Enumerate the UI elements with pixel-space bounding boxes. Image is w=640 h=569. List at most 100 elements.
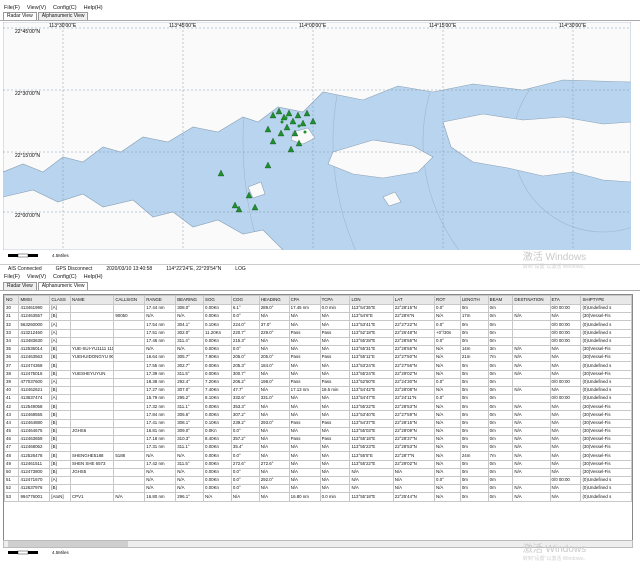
tab-alphanumeric-view[interactable]: Alphanumeric View [37, 12, 89, 20]
menu-view[interactable]: View(V) [27, 5, 46, 11]
table-cell-length: 0m [459, 394, 489, 404]
column-header-callsign[interactable]: CALLSIGN [113, 295, 146, 305]
column-header-sog[interactable]: SOG [203, 295, 232, 305]
table-row[interactable]: 35412536014[B]YUE-SUI-YU1111 11132N/AN/A… [4, 344, 632, 355]
table-cell-lat: 22°24'11"N [392, 394, 436, 404]
table-cell-length: 0m [459, 369, 489, 379]
table-row[interactable]: 30 413461990 [A] 17.44 nm 308.0° 0.00Kn 6.1° 28… [4, 303, 632, 314]
table-cell-cpa: N/A [288, 410, 321, 420]
table-row[interactable]: 46 412463659 [B] 17.18 nm 310.3° 8.40Kn 357.2°… [4, 434, 632, 445]
table-cell-callsign [113, 484, 146, 494]
table-cell-lat: 22°27'59"N [392, 410, 436, 420]
table-cell-heading: 37.0° [258, 320, 290, 330]
column-header-destination[interactable]: DESTINATION [512, 295, 551, 305]
table-cell-callsign [113, 369, 146, 379]
table-row[interactable]: 48 412526478 [B] SHENGHE5188 5188 N/A N/A 0.00K… [4, 451, 632, 461]
table-row[interactable]: 51 412471670 [A] N/A N/A 0.00Kn 0.0° 292.0° N/A N… [4, 475, 632, 486]
column-header-range[interactable]: RANGE [144, 295, 177, 305]
table-cell-cpa: N/A [288, 443, 321, 453]
table-cell-tcpa: N/A [319, 484, 351, 494]
table-row[interactable]: 52 412637976 [B] N/A N/A 0.00Kn 0.0° N/A N/A N/A N… [4, 484, 632, 494]
radar-map[interactable]: 22°45'00"N 22°30'00"N 22°15'00"N 22°00'0… [3, 22, 631, 250]
table-cell-beam: 3m [487, 344, 514, 355]
table-row[interactable]: 50 412473800 [B] JGHS5 N/A N/A 0.00Kn 0.0° N/A N/… [4, 467, 632, 477]
menu-help[interactable]: Help(H) [84, 5, 103, 11]
table-cell-sog: 8.10Kn [203, 394, 232, 404]
table-cell-class: [B] [49, 385, 71, 396]
tab-radar-view[interactable]: Radar View [3, 12, 37, 20]
menu-view[interactable]: View(V) [27, 274, 46, 280]
table-row[interactable]: 32 563260000 [A] 17.54 nm 304.1° 0.10Kn 224.0°… [4, 320, 632, 330]
table-row[interactable]: 31 412463557 [B] 90050 N/A N/A 0.00Kn 0.0° N/A N/… [4, 312, 632, 322]
table-row[interactable]: 33 413212460 [A] 17.51 nm 302.0° 11.20Kn 220.7… [4, 328, 632, 338]
table-cell-no: 33 [4, 328, 20, 338]
menu-file[interactable]: File(F) [4, 5, 20, 11]
column-header-shiptype[interactable]: SHIPTYPE [580, 295, 632, 305]
table-cell-beam: 0m [487, 443, 514, 453]
table-cell-cpa: Pass [288, 328, 321, 338]
table-row[interactable]: 43 412468555 [B] 17.84 nm 305.6° 0.00Kn 307.2°… [4, 410, 632, 420]
table-cell-mmsi: 413461990 [18, 303, 51, 314]
table-cell-range: 17.31 nm [144, 443, 177, 453]
scrollbar-thumb[interactable] [8, 541, 128, 547]
column-header-heading[interactable]: HEADING [258, 295, 290, 305]
table-cell-destination [512, 320, 551, 330]
table-cell-beam: 0m [487, 467, 514, 477]
table-cell-no: 43 [4, 410, 20, 420]
menu-help[interactable]: Help(H) [84, 274, 103, 280]
table-row[interactable]: 38 412475016 [B] YUESHEYUYUN 17.39 nm 311.5° 0… [4, 369, 632, 379]
table-cell-no: 46 [4, 434, 20, 445]
table-cell-cpa: N/A [288, 484, 321, 494]
lon-label: 113°30'00"E [49, 23, 77, 29]
table-row[interactable]: 47 412468062 [B] 17.31 nm 311.1° 0.00Kn 35.4° N… [4, 443, 632, 453]
column-header-cog[interactable]: COG [230, 295, 260, 305]
column-header-name[interactable]: NAME [69, 295, 115, 305]
table-cell-lon: 113°55'22"E [349, 459, 394, 469]
column-header-no[interactable]: NO [4, 295, 20, 305]
menu-config[interactable]: Config(C) [53, 274, 77, 280]
table-cell-heading: 205.0° [258, 353, 290, 363]
table-row[interactable]: 49 412461511 [B] SHEN SHE 6573 17.42 nm 311.5… [4, 459, 632, 469]
menu-config[interactable]: Config(C) [53, 5, 77, 11]
table-row[interactable]: 37 412474368 [B] 17.55 nm 302.7° 0.00Kn 205.3°… [4, 361, 632, 371]
table-cell-destination: N/A [512, 344, 551, 355]
vessel-table-container[interactable]: NO MMSI CLASS NAME CALLSIGN RANGE BEARING SOG CO… [3, 294, 633, 544]
table-cell-rot: 0.0° [434, 320, 461, 330]
table-cell-name [69, 312, 115, 322]
column-header-mmsi[interactable]: MMSI [18, 295, 51, 305]
table-row[interactable]: 42 412549058 [B] 17.32 nm 311.1° 0.00Kn 353.3°… [4, 402, 632, 412]
table-row[interactable]: 36412463563[B]YUEHUIDONGYU 90088 16.64 nm… [4, 353, 632, 363]
table-row[interactable]: 53 994776001 [AtoN] CPV1 N/A 16.80 nm 296.1° N/… [4, 492, 632, 502]
column-header-class[interactable]: CLASS [49, 295, 71, 305]
column-header-bearing[interactable]: BEARING [175, 295, 205, 305]
column-header-lon[interactable]: LON [349, 295, 394, 305]
table-cell-cpa: N/A [288, 394, 321, 404]
menu-file[interactable]: File(F) [4, 274, 20, 280]
table-cell-class: [B] [49, 410, 71, 420]
table-row[interactable]: 40 412462621 [B] 17.27 nm 307.0° 7.40Kn 47.7° N… [4, 385, 632, 396]
table-cell-cpa: N/A [288, 320, 321, 330]
table-cell-lat: N/A [392, 467, 436, 477]
table-row[interactable]: 41 413637474 [A] 15.79 nm 295.2° 8.10Kn 332.6°… [4, 394, 632, 404]
column-header-lat[interactable]: LAT [392, 295, 436, 305]
table-row[interactable]: 39 477037600 [A] 18.38 nm 292.4° 7.20Kn 206.2°… [4, 377, 632, 387]
tab-alphanumeric-view[interactable]: Alphanumeric View [37, 282, 89, 290]
column-header-eta[interactable]: ETA [549, 295, 582, 305]
table-cell-heading: 272.6° [258, 459, 290, 469]
table-cell-cpa: N/A [288, 467, 321, 477]
tab-radar-view[interactable]: Radar View [3, 282, 37, 290]
table-cell-length: 0m [459, 459, 489, 469]
column-header-length[interactable]: LENGTH [459, 295, 489, 305]
table-row[interactable]: 34 413483630 [A] 17.46 nm 311.4° 0.00Kn 215.3°… [4, 336, 632, 346]
table-cell-tcpa: Pass [319, 418, 351, 428]
table-cell-shiptype: (30)Vessel-Fis [580, 418, 632, 428]
table-row[interactable]: 45 412464675 [B] JGHS6 16.81 nm 309.0° 0.0Kn 0.… [4, 426, 632, 437]
column-header-rot[interactable]: ROT [434, 295, 461, 305]
table-cell-sog: 0.10Kn [203, 320, 232, 330]
table-row[interactable]: 44 412464880 [B] 17.41 nm 308.1° 0.10Kn 239.2°… [4, 418, 632, 428]
column-header-tcpa[interactable]: TCPA [319, 295, 351, 305]
column-header-beam[interactable]: BEAM [487, 295, 514, 305]
log-button[interactable]: LOG [235, 266, 246, 272]
column-header-cpa[interactable]: CPA [288, 295, 321, 305]
table-cell-callsign [113, 402, 146, 412]
